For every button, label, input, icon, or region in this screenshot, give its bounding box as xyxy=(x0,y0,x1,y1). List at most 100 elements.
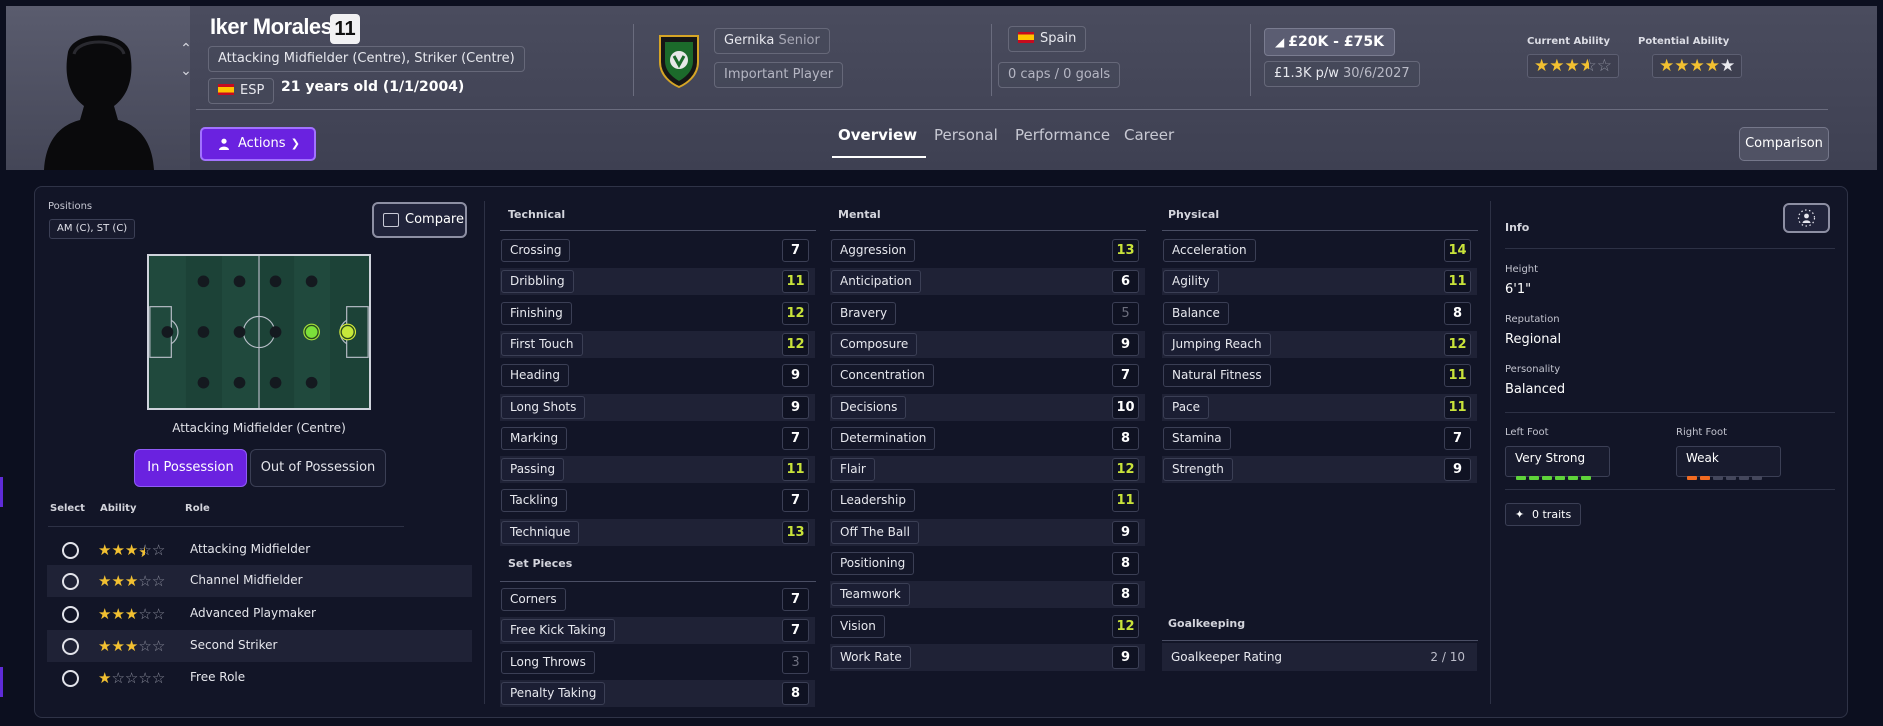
role-row[interactable]: ★☆☆☆☆ Free Role xyxy=(47,662,472,694)
attribute-row[interactable]: Stamina 7 xyxy=(1162,425,1477,452)
nationality-chip[interactable]: ESP xyxy=(208,78,275,104)
comparison-button[interactable]: Comparison xyxy=(1739,127,1829,161)
compare-button[interactable]: Compare xyxy=(372,202,467,238)
divider xyxy=(500,230,816,231)
actions-button[interactable]: Actions ❯ xyxy=(200,127,316,161)
tab-career[interactable]: Career xyxy=(1124,126,1174,144)
in-possession-button[interactable]: In Possession xyxy=(134,449,247,487)
goalkeeper-rating-row: Goalkeeper Rating 2 / 10 xyxy=(1162,643,1477,671)
attribute-row[interactable]: Leadership 11 xyxy=(830,487,1145,514)
tab-overview[interactable]: Overview xyxy=(838,126,917,144)
role-radio[interactable] xyxy=(62,573,79,590)
attribute-row[interactable]: Long Throws 3 xyxy=(500,649,815,676)
role-row[interactable]: ★★★☆★☆Attacking Midfielder xyxy=(47,534,472,566)
star-icon: ☆ xyxy=(138,669,152,687)
attribute-row[interactable]: Dribbling 11 xyxy=(500,268,815,296)
role-name: Channel Midfielder xyxy=(190,573,303,587)
attribute-row[interactable]: Aggression 13 xyxy=(830,237,1145,264)
role-radio[interactable] xyxy=(62,638,79,655)
nation-chip[interactable]: Spain xyxy=(1008,26,1087,52)
star-icon: ☆ xyxy=(111,669,125,687)
attribute-row[interactable]: Off The Ball 9 xyxy=(830,518,1145,546)
club-name: Gernika xyxy=(724,33,775,48)
left-foot-value: Very Strong xyxy=(1515,451,1586,465)
role-radio[interactable] xyxy=(62,670,79,687)
attribute-row[interactable]: Vision 12 xyxy=(830,613,1145,640)
tab-personal[interactable]: Personal xyxy=(934,126,998,144)
role-radio[interactable] xyxy=(62,606,79,623)
attribute-row[interactable]: Composure 9 xyxy=(830,330,1145,358)
attribute-row[interactable]: Pace 11 xyxy=(1162,393,1477,421)
star-icon: ☆ xyxy=(151,572,166,590)
attribute-row[interactable]: First Touch 12 xyxy=(500,330,815,358)
club-chip[interactable]: Gernika Senior xyxy=(714,28,830,54)
foot-bar xyxy=(1713,476,1723,480)
star-icon: ★ xyxy=(111,605,125,623)
side-indicator xyxy=(0,477,3,507)
traits-button[interactable]: ✦ 0 traits xyxy=(1505,503,1582,526)
attribute-value: 9 xyxy=(1112,645,1139,669)
attribute-row[interactable]: Work Rate 9 xyxy=(830,643,1145,671)
role-row[interactable]: ★★★☆☆ Channel Midfielder xyxy=(47,565,472,597)
star-icon: ★ xyxy=(98,541,112,559)
role-row[interactable]: ★★★☆☆ Second Striker xyxy=(47,630,472,662)
left-foot-label: Left Foot xyxy=(1505,427,1549,438)
attribute-row[interactable]: Heading 9 xyxy=(500,362,815,389)
attribute-value: 5 xyxy=(1112,301,1139,325)
attribute-row[interactable]: Determination 8 xyxy=(830,425,1145,452)
attribute-row[interactable]: Decisions 10 xyxy=(830,393,1145,421)
attribute-name: Vision xyxy=(831,614,885,638)
reputation-value: Regional xyxy=(1505,332,1562,347)
divider xyxy=(991,24,992,96)
role-radio[interactable] xyxy=(62,542,79,559)
attribute-row[interactable]: Free Kick Taking 7 xyxy=(500,617,815,645)
attribute-row[interactable]: Natural Fitness 11 xyxy=(1162,362,1477,389)
previous-player-icon[interactable]: ⌃ xyxy=(174,38,198,60)
attribute-name: Jumping Reach xyxy=(1163,332,1271,356)
attribute-value: 12 xyxy=(1444,332,1471,356)
attribute-name: Corners xyxy=(501,588,566,611)
value-chip[interactable]: ◢ £20K - £75K xyxy=(1264,28,1395,56)
attribute-value: 6 xyxy=(1112,270,1139,294)
star-icon: ☆ xyxy=(151,605,166,623)
next-player-icon[interactable]: ⌄ xyxy=(174,60,198,82)
star-icon: ★ xyxy=(124,541,139,559)
tab-performance[interactable]: Performance xyxy=(1015,126,1110,144)
attribute-row[interactable]: Crossing 7 xyxy=(500,237,815,264)
attribute-row[interactable]: Jumping Reach 12 xyxy=(1162,330,1477,358)
attribute-row[interactable]: Acceleration 14 xyxy=(1162,237,1477,264)
star-icon: ★ xyxy=(98,669,112,687)
attribute-row[interactable]: Flair 12 xyxy=(830,456,1145,484)
attribute-row[interactable]: Bravery 5 xyxy=(830,300,1145,327)
attribute-row[interactable]: Finishing 12 xyxy=(500,300,815,327)
sparkle-icon: ✦ xyxy=(1515,508,1525,521)
attribute-row[interactable]: Long Shots 9 xyxy=(500,393,815,421)
info-settings-button[interactable] xyxy=(1783,203,1830,233)
attribute-row[interactable]: Agility 11 xyxy=(1162,268,1477,296)
club-crest-icon[interactable] xyxy=(656,32,702,88)
attribute-value: 14 xyxy=(1444,239,1471,262)
attribute-row[interactable]: Balance 8 xyxy=(1162,300,1477,327)
role-ability-stars: ★★★☆★☆ xyxy=(98,539,165,561)
attribute-row[interactable]: Anticipation 6 xyxy=(830,268,1145,296)
attribute-row[interactable]: Passing 11 xyxy=(500,456,815,484)
attribute-row[interactable]: Positioning 8 xyxy=(830,550,1145,577)
role-row[interactable]: ★★★☆☆ Advanced Playmaker xyxy=(47,598,472,630)
out-of-possession-button[interactable]: Out of Possession xyxy=(250,449,386,487)
attribute-row[interactable]: Tackling 7 xyxy=(500,487,815,514)
attribute-row[interactable]: Teamwork 8 xyxy=(830,581,1145,609)
chevron-down-icon: ❯ xyxy=(290,137,300,150)
attribute-row[interactable]: Corners 7 xyxy=(500,586,815,613)
position-pitch[interactable] xyxy=(147,254,371,410)
attribute-row[interactable]: Marking 7 xyxy=(500,425,815,452)
attribute-row[interactable]: Penalty Taking 8 xyxy=(500,679,815,707)
attribute-row[interactable]: Strength 9 xyxy=(1162,456,1477,484)
star-icon: ★ xyxy=(98,637,112,655)
divider xyxy=(48,526,404,527)
foot-bar xyxy=(1568,476,1578,480)
attribute-row[interactable]: Concentration 7 xyxy=(830,362,1145,389)
foot-bar xyxy=(1739,476,1749,480)
attribute-row[interactable]: Technique 13 xyxy=(500,518,815,546)
divider xyxy=(1505,248,1835,249)
role-ability-stars: ★★★☆☆ xyxy=(98,635,165,657)
